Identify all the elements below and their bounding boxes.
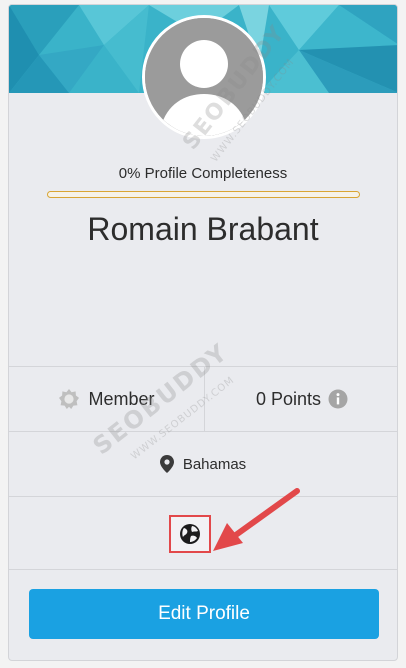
edit-profile-button[interactable]: Edit Profile [29, 589, 379, 639]
member-label: Member [88, 388, 155, 409]
profile-completeness-bar [47, 191, 360, 198]
avatar[interactable] [142, 15, 266, 139]
divider [9, 569, 397, 570]
profile-completeness-label: 0% Profile Completeness [118, 165, 288, 182]
points-stat: 0 Points [205, 367, 397, 431]
points-label: 0 Points [255, 388, 322, 409]
info-icon[interactable] [328, 389, 348, 409]
map-pin-icon [159, 455, 174, 473]
badge-icon [58, 388, 80, 410]
website-row [9, 488, 397, 569]
location-country: Bahamas [182, 455, 247, 473]
member-stat: Member [9, 367, 204, 431]
profile-card: 0% Profile Completeness Romain Brabant M… [8, 4, 398, 661]
default-user-icon [145, 18, 263, 136]
website-link[interactable] [169, 515, 211, 553]
annotation-arrow [213, 488, 300, 551]
globe-icon [180, 524, 200, 544]
profile-name: Romain Brabant [87, 211, 319, 247]
location-row: Bahamas [9, 432, 397, 496]
